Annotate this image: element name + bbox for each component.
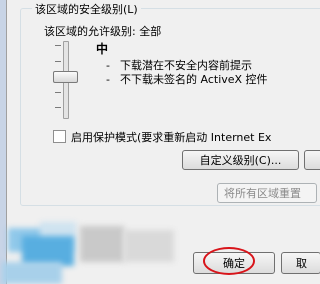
protected-mode-checkbox[interactable] [53,130,66,143]
cancel-button[interactable]: 取 [281,252,320,274]
reset-all-zones-button[interactable]: 将所有区域重置 [217,183,317,203]
slider-tick [55,107,61,108]
security-slider-thumb[interactable] [53,71,78,83]
blurred-area [80,226,124,262]
security-level-name: 中 [96,42,109,56]
slider-tick [55,61,61,62]
allowed-levels-label: 该区域的允许级别: 全部 [44,25,162,38]
blurred-area [124,230,174,262]
group-title: 该区域的安全级别(L) [32,1,141,17]
highlight-circle [203,247,255,275]
protected-mode-row[interactable]: 启用保护模式(要求重新启动 Internet Ex [53,129,271,145]
default-level-button-partial[interactable] [304,150,320,170]
slider-tick [55,45,61,46]
level-description-2: - 不下载未签名的 ActiveX 控件 [106,73,268,86]
blurred-area [2,262,62,284]
window-left-edge [0,0,7,284]
custom-level-button[interactable]: 自定义级别(C)... [182,150,299,170]
slider-tick [55,92,61,93]
protected-mode-label: 启用保护模式(要求重新启动 Internet Ex [71,131,272,144]
